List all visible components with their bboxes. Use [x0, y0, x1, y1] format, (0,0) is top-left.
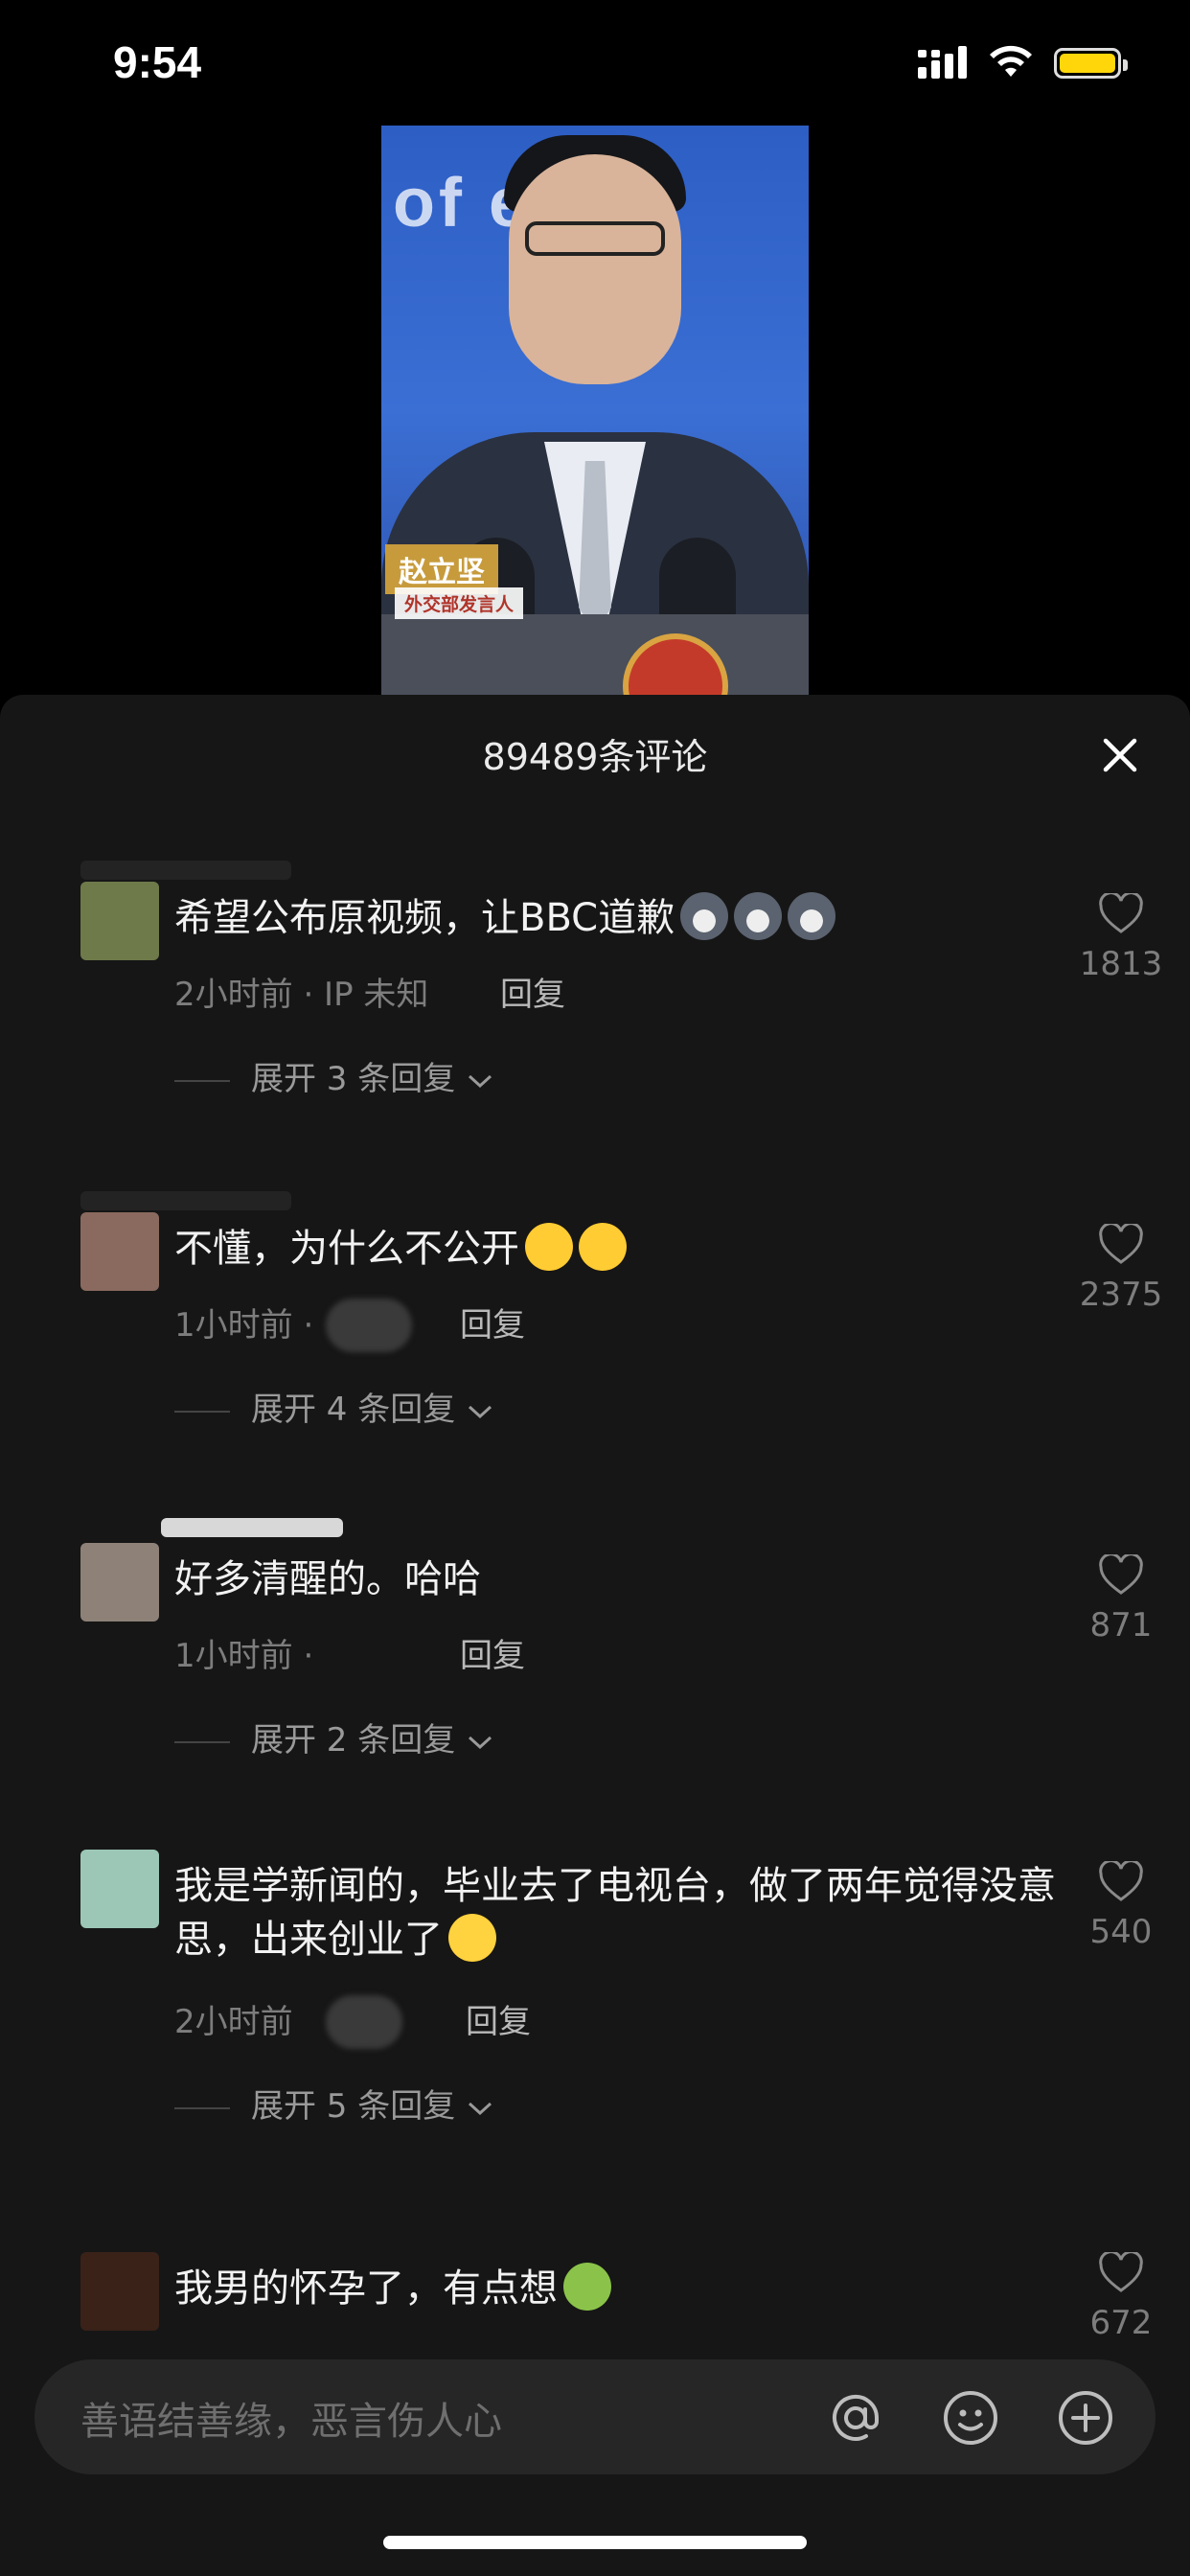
heart-icon [1099, 2252, 1143, 2292]
expand-replies-button[interactable]: 展开 3 条回复 [174, 1052, 494, 1099]
like-count: 1813 [1079, 945, 1163, 983]
chevron-down-icon [469, 1405, 492, 1418]
emoji-icon[interactable] [941, 2388, 1000, 2448]
husky-emoji-icon [680, 892, 729, 940]
like-button[interactable]: 672 [1073, 2252, 1169, 2338]
status-time: 9:54 [113, 37, 202, 87]
comment-text: 我男的怀孕了，有点想 [174, 2262, 1037, 2315]
laughing-emoji-icon [525, 1223, 573, 1271]
comment-meta: 2小时前 [174, 2003, 293, 2041]
battery-icon [1054, 48, 1128, 79]
laughing-emoji-icon [579, 1223, 627, 1271]
avatar[interactable] [80, 2252, 159, 2331]
chevron-down-icon [469, 1074, 492, 1088]
heart-icon [1099, 1859, 1143, 1901]
like-count: 672 [1089, 2304, 1153, 2338]
like-count: 540 [1089, 1913, 1153, 1951]
heart-icon [1099, 1552, 1143, 1595]
comment-text: 不懂，为什么不公开 [174, 1222, 1037, 1276]
comment-input-placeholder: 善语结善缘，恶言伤人心 [80, 2400, 502, 2444]
at-icon[interactable] [826, 2388, 885, 2448]
speaker-title-tag: 外交部发言人 [395, 587, 524, 619]
plus-icon[interactable] [1056, 2388, 1115, 2448]
avatar[interactable] [80, 1850, 159, 1928]
reply-button[interactable]: 回复 [460, 1299, 525, 1346]
cellular-signal-icon [918, 46, 967, 79]
video-preview[interactable]: of eign 赵立坚 外交部发言人 [381, 126, 809, 696]
like-button[interactable]: 2375 [1073, 1222, 1169, 1314]
reply-button[interactable]: 回复 [460, 1629, 525, 1676]
like-button[interactable]: 1813 [1073, 891, 1169, 983]
expand-replies-button[interactable]: 展开 4 条回复 [174, 1383, 494, 1430]
grinning-sweat-emoji-icon [448, 1914, 496, 1962]
heart-icon [1099, 891, 1143, 933]
reply-button[interactable]: 回复 [466, 1995, 531, 2042]
husky-emoji-icon [788, 892, 836, 940]
comment-text: 好多清醒的。哈哈 [174, 1557, 481, 1601]
expand-replies-button[interactable]: 展开 2 条回复 [174, 1714, 494, 1760]
expand-replies-button[interactable]: 展开 5 条回复 [174, 2080, 494, 2127]
comments-sheet: 89489条评论 希望公布原视频，让BBC道歉 2小时前 · IP 未知 回复 … [0, 695, 1190, 2576]
like-count: 2375 [1079, 1276, 1163, 1314]
heart-icon [1099, 1222, 1143, 1264]
nauseated-emoji-icon [563, 2263, 611, 2311]
avatar[interactable] [80, 1212, 159, 1291]
comment-meta: 2小时前 · IP 未知 [174, 976, 429, 1014]
close-icon[interactable] [1098, 733, 1142, 777]
wifi-icon [990, 45, 1032, 77]
comment-meta: 1小时前 · [174, 1637, 314, 1675]
avatar[interactable] [80, 1543, 159, 1622]
avatar[interactable] [80, 882, 159, 960]
comments-count-title: 89489条评论 [482, 736, 708, 778]
like-button[interactable]: 540 [1073, 1859, 1169, 1951]
husky-emoji-icon [734, 892, 783, 940]
reply-button[interactable]: 回复 [500, 968, 565, 1015]
comment-item: 我男的怀孕了，有点想 672 [0, 2252, 1190, 2338]
like-button[interactable]: 871 [1073, 1552, 1169, 1644]
comment-text: 希望公布原视频，让BBC道歉 [174, 891, 1037, 945]
status-bar: 9:54 [0, 0, 1190, 125]
home-indicator [383, 2536, 807, 2549]
comment-meta: 1小时前 · [174, 1306, 314, 1345]
like-count: 871 [1089, 1606, 1153, 1644]
chevron-down-icon [469, 2102, 492, 2115]
chevron-down-icon [469, 1736, 492, 1749]
comment-text: 我是学新闻的，毕业去了电视台，做了两年觉得没意思，出来创业了 [174, 1864, 1056, 1962]
comment-input[interactable]: 善语结善缘，恶言伤人心 [34, 2359, 1156, 2474]
